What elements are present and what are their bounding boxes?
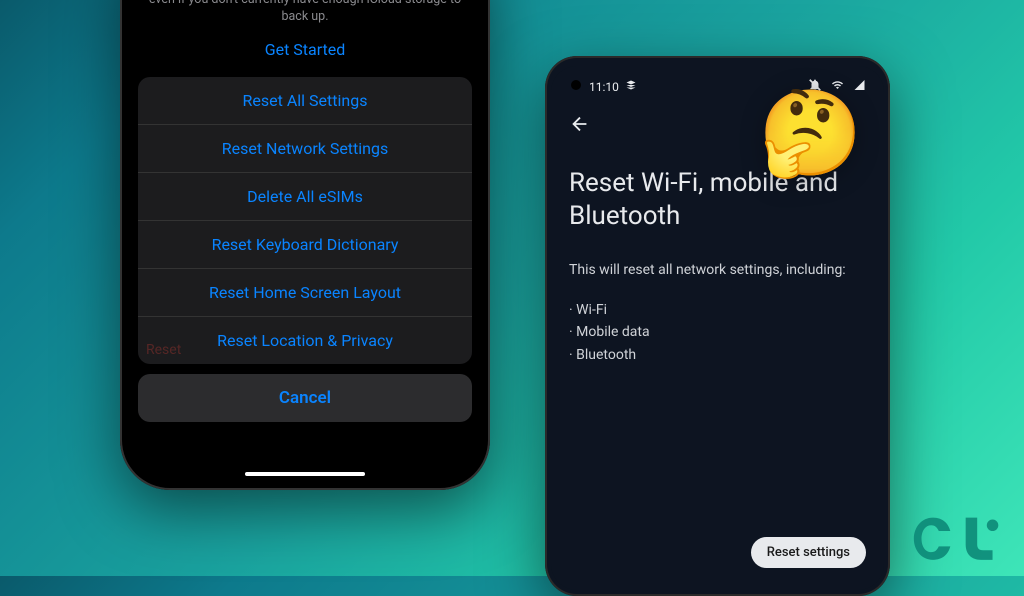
- get-started-link[interactable]: Get Started: [146, 40, 464, 59]
- iphone-device: Prepare for New iPhone Make sure everyth…: [120, 0, 490, 490]
- reset-network-settings-option[interactable]: Reset Network Settings: [138, 125, 472, 173]
- sheet-description: Make sure everything's ready to transfer…: [146, 0, 464, 26]
- camera-hole: [571, 80, 581, 90]
- sheet-header: Prepare for New iPhone Make sure everyth…: [128, 0, 482, 77]
- list-item: Bluetooth: [569, 344, 866, 366]
- layers-icon: [625, 79, 637, 94]
- status-time: 11:10: [589, 80, 619, 94]
- reset-options-list: Reset All Settings Reset Network Setting…: [138, 77, 472, 364]
- home-indicator[interactable]: [245, 472, 365, 476]
- thinking-emoji: 🤔: [758, 84, 863, 183]
- delete-all-esims-option[interactable]: Delete All eSIMs: [138, 173, 472, 221]
- cancel-button[interactable]: Cancel: [138, 374, 472, 422]
- reset-home-screen-layout-option[interactable]: Reset Home Screen Layout: [138, 269, 472, 317]
- reset-keyboard-dictionary-option[interactable]: Reset Keyboard Dictionary: [138, 221, 472, 269]
- reset-all-settings-option[interactable]: Reset All Settings: [138, 77, 472, 125]
- iphone-screen: Prepare for New iPhone Make sure everyth…: [128, 0, 482, 482]
- reset-settings-button[interactable]: Reset settings: [751, 537, 866, 568]
- list-item: Mobile data: [569, 321, 866, 343]
- reset-location-privacy-option[interactable]: Reset Location & Privacy: [138, 317, 472, 364]
- background-reset-text: Reset: [146, 342, 181, 358]
- page-description: This will reset all network settings, in…: [569, 260, 866, 281]
- watermark-logo: [910, 508, 1006, 564]
- reset-items-list: Wi-Fi Mobile data Bluetooth: [569, 299, 866, 366]
- list-item: Wi-Fi: [569, 299, 866, 321]
